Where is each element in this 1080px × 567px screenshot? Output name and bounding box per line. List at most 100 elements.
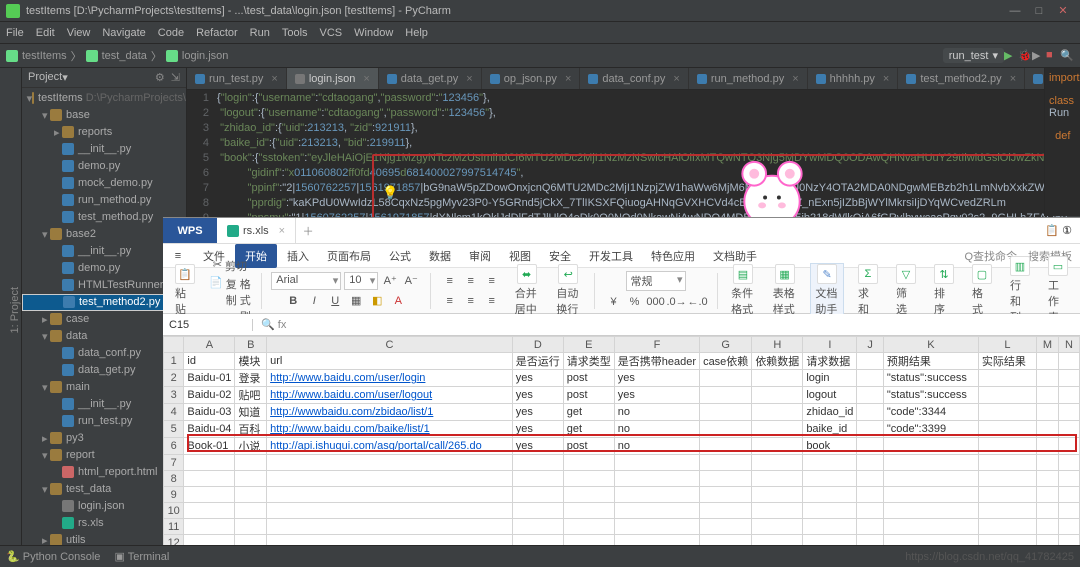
tree-item[interactable]: demo.py <box>22 158 186 175</box>
hamburger-icon[interactable]: ≡ <box>163 250 193 262</box>
tree-item[interactable]: rs.xls <box>22 515 186 532</box>
tree-item[interactable]: run_test.py <box>22 413 186 430</box>
menu-security[interactable]: 安全 <box>541 248 579 264</box>
dec-dec-icon[interactable]: ←.0 <box>689 293 707 311</box>
debug-icon[interactable]: 🐞 <box>1018 49 1032 63</box>
editor-tab[interactable]: login.json× <box>287 68 379 89</box>
row-header[interactable]: 6 <box>164 438 184 455</box>
col-header[interactable]: J <box>857 337 883 353</box>
project-tree[interactable]: ▾testItems D:\PycharmProjects\▾base▸repo… <box>22 88 186 545</box>
name-box[interactable]: C15 <box>163 319 253 331</box>
tree-item[interactable]: ▸case <box>22 311 186 328</box>
terminal-tab[interactable]: ▣ Terminal <box>114 550 169 563</box>
cut-button[interactable]: 剪切 <box>225 258 247 274</box>
row-header[interactable]: 3 <box>164 387 184 404</box>
run-icon[interactable]: ▶ <box>1004 49 1018 63</box>
row-header[interactable]: 12 <box>164 535 184 546</box>
fx-icon[interactable]: 🔍 fx <box>253 318 294 331</box>
maximize-button[interactable]: □ <box>1028 2 1050 20</box>
dec-inc-icon[interactable]: .0→ <box>668 293 686 311</box>
menu-refactor[interactable]: Refactor <box>196 27 238 39</box>
minimize-button[interactable]: — <box>1004 2 1026 20</box>
currency-icon[interactable]: ¥ <box>605 293 623 311</box>
menu-tools[interactable]: Tools <box>282 27 308 39</box>
coverage-icon[interactable]: ▶ <box>1032 49 1046 63</box>
menu-code[interactable]: Code <box>158 27 184 39</box>
row-header[interactable]: 9 <box>164 487 184 503</box>
paste-icon[interactable]: 📋 <box>175 264 195 284</box>
tree-item[interactable]: ▸utils <box>22 532 186 545</box>
sum-icon[interactable]: Σ <box>858 264 878 284</box>
url-link[interactable]: http://www.baidu.com/user/logout <box>270 389 432 401</box>
tree-item[interactable]: test_method.py <box>22 209 186 226</box>
menu-edit[interactable]: Edit <box>36 27 55 39</box>
doc-helper-icon[interactable]: ✎ <box>817 264 837 284</box>
url-link[interactable]: http://www.baidu.com/user/login <box>270 372 425 384</box>
tree-item[interactable]: ▾base <box>22 107 186 124</box>
tree-item[interactable]: login.json <box>22 498 186 515</box>
col-header[interactable]: C <box>267 337 513 353</box>
col-header[interactable]: M <box>1036 337 1058 353</box>
col-header[interactable]: E <box>563 337 614 353</box>
tree-item[interactable]: __init__.py <box>22 243 186 260</box>
stop-icon[interactable]: ■ <box>1046 49 1060 63</box>
decrease-font-icon[interactable]: A⁻ <box>402 272 420 290</box>
tree-item[interactable]: ▾base2 <box>22 226 186 243</box>
underline-icon[interactable]: U <box>326 292 344 310</box>
tree-item[interactable]: ▾test_data <box>22 481 186 498</box>
align-mid-icon[interactable]: ≡ <box>462 272 480 290</box>
align-bot-icon[interactable]: ≡ <box>483 272 501 290</box>
row-header[interactable]: 4 <box>164 404 184 421</box>
menu-view[interactable]: View <box>67 27 91 39</box>
tree-item[interactable]: ▾data <box>22 328 186 345</box>
tree-item[interactable]: ▸reports <box>22 124 186 141</box>
font-color-icon[interactable]: A <box>389 292 407 310</box>
menu-view[interactable]: 视图 <box>501 248 539 264</box>
menu-data[interactable]: 数据 <box>421 248 459 264</box>
breadcrumb[interactable]: testItems〉 test_data〉 login.json <box>6 48 228 64</box>
breadcrumb-item[interactable]: testItems <box>22 50 67 62</box>
col-header[interactable]: K <box>883 337 978 353</box>
row-header[interactable]: 5 <box>164 421 184 438</box>
align-center-icon[interactable]: ≡ <box>462 292 480 310</box>
merge-icon[interactable]: ⬌ <box>517 264 537 284</box>
italic-icon[interactable]: I <box>305 292 323 310</box>
align-top-icon[interactable]: ≡ <box>441 272 459 290</box>
tree-item[interactable]: ▾main <box>22 379 186 396</box>
table-style-icon[interactable]: ▦ <box>775 264 795 284</box>
menu-file[interactable]: File <box>6 27 24 39</box>
tree-item[interactable]: demo.py <box>22 260 186 277</box>
url-link[interactable]: http://www.baidu.com/baike/list/1 <box>270 423 430 435</box>
gear-icon[interactable]: ⚙ <box>155 71 165 84</box>
filter-icon[interactable]: ▽ <box>896 264 916 284</box>
search-icon[interactable]: 🔍 <box>1060 49 1074 63</box>
border-icon[interactable]: ▦ <box>347 292 365 310</box>
menu-vcs[interactable]: VCS <box>320 27 343 39</box>
comma-icon[interactable]: 000 <box>647 293 665 311</box>
row-header[interactable]: 10 <box>164 503 184 519</box>
align-left-icon[interactable]: ≡ <box>441 292 459 310</box>
collapse-icon[interactable]: ⇲ <box>171 71 180 84</box>
align-right-icon[interactable]: ≡ <box>483 292 501 310</box>
menu-window[interactable]: Window <box>354 27 393 39</box>
menu-help[interactable]: Help <box>405 27 428 39</box>
col-header[interactable]: G <box>700 337 752 353</box>
run-config-selector[interactable]: run_test ▾ <box>943 48 1004 63</box>
sort-icon[interactable]: ⇅ <box>934 264 954 284</box>
wps-file-tab[interactable]: rs.xls × <box>217 218 296 243</box>
menu-review[interactable]: 审阅 <box>461 248 499 264</box>
col-header[interactable]: D <box>512 337 563 353</box>
worksheet-icon[interactable]: ▭ <box>1048 256 1068 276</box>
bulb-icon[interactable]: 💡 <box>382 185 398 201</box>
tree-item[interactable]: data_get.py <box>22 362 186 379</box>
editor-tab[interactable]: test_method2.py× <box>898 68 1025 89</box>
tree-item[interactable]: data_conf.py <box>22 345 186 362</box>
size-selector[interactable]: 10 <box>344 272 378 290</box>
tree-item[interactable]: ▾report <box>22 447 186 464</box>
tree-item[interactable]: mock_demo.py <box>22 175 186 192</box>
wrap-icon[interactable]: ↩ <box>558 264 578 284</box>
format-icon[interactable]: ▢ <box>972 264 992 284</box>
code-editor[interactable]: 💡 1{"login":{"username":"cdtaogang","pas… <box>187 90 1058 229</box>
row-header[interactable]: 1 <box>164 353 184 370</box>
font-selector[interactable]: Arial <box>271 272 341 290</box>
